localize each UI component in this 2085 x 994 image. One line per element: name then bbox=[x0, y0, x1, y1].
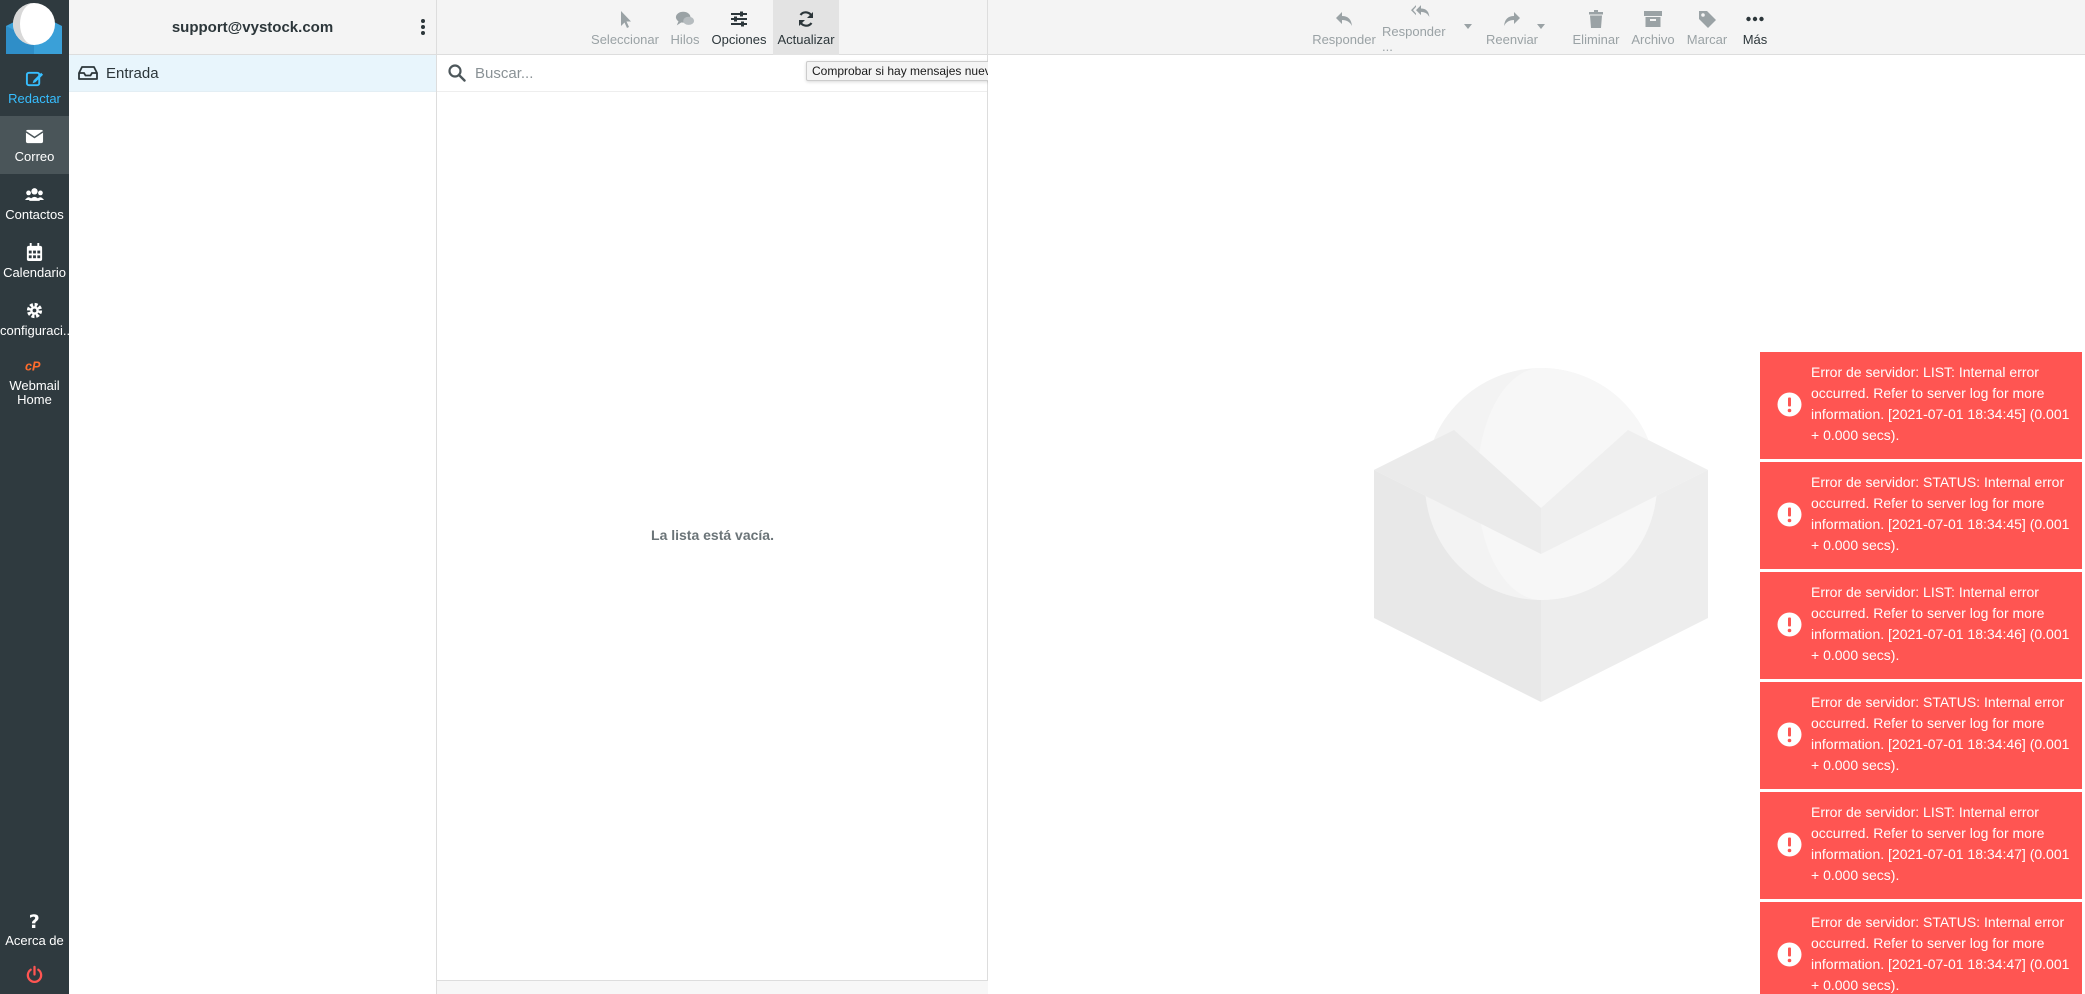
exclamation-circle-icon bbox=[1777, 942, 1802, 967]
reply-all-button[interactable]: Responder ... bbox=[1382, 0, 1460, 55]
folder-header: support@vystock.com bbox=[69, 0, 436, 55]
list-toolbar: Seleccionar Hilos Opciones Actualizar bbox=[437, 0, 987, 55]
forward-dropdown-caret[interactable] bbox=[1537, 24, 1545, 29]
logout-button[interactable] bbox=[0, 958, 69, 994]
nav-contacts[interactable]: Contactos bbox=[0, 174, 69, 232]
list-footer bbox=[437, 980, 988, 994]
archive-button[interactable]: Archivo bbox=[1627, 0, 1679, 55]
options-button[interactable]: Opciones bbox=[709, 0, 769, 55]
ellipsis-icon bbox=[1746, 16, 1764, 21]
nav-label: Webmail Home bbox=[9, 378, 60, 407]
reply-all-icon bbox=[1411, 5, 1430, 17]
delete-button[interactable]: Eliminar bbox=[1568, 0, 1624, 55]
error-notification[interactable]: Error de servidor: STATUS: Internal erro… bbox=[1760, 682, 2082, 789]
roundcube-logo[interactable] bbox=[0, 0, 69, 54]
threads-button[interactable]: Hilos bbox=[665, 0, 705, 55]
error-text: Error de servidor: LIST: Internal error … bbox=[1811, 364, 2070, 443]
error-notification[interactable]: Error de servidor: LIST: Internal error … bbox=[1760, 352, 2082, 459]
error-text: Error de servidor: STATUS: Internal erro… bbox=[1811, 914, 2070, 993]
notification-stack: Error de servidor: LIST: Internal error … bbox=[1760, 352, 2082, 994]
search-input[interactable] bbox=[475, 64, 815, 82]
mark-button[interactable]: Marcar bbox=[1682, 0, 1732, 55]
nav-mail[interactable]: Correo bbox=[0, 116, 69, 174]
nav-webmail-home[interactable]: cP Webmail Home bbox=[0, 350, 69, 412]
calendar-icon bbox=[26, 242, 43, 261]
svg-text:?: ? bbox=[29, 911, 40, 930]
pointer-icon bbox=[621, 10, 631, 28]
kebab-menu-icon[interactable] bbox=[418, 17, 428, 37]
error-notification[interactable]: Error de servidor: STATUS: Internal erro… bbox=[1760, 462, 2082, 569]
nav-label: Acerca de bbox=[5, 933, 64, 948]
nav-about[interactable]: ? Acerca de bbox=[0, 904, 69, 954]
exclamation-circle-icon bbox=[1777, 722, 1802, 747]
search-icon[interactable] bbox=[448, 64, 466, 82]
options-label[interactable]: Opciones bbox=[712, 32, 767, 47]
more-label: Más bbox=[1742, 31, 1768, 47]
nav-calendar[interactable]: Calendario bbox=[0, 232, 69, 290]
reply-all-label: Responder ... bbox=[1382, 24, 1446, 54]
archive-label: Archivo bbox=[1631, 31, 1675, 47]
reply-button[interactable]: Responder bbox=[1311, 0, 1377, 55]
compose-icon bbox=[25, 71, 44, 86]
reply-label: Responder bbox=[1312, 31, 1376, 47]
refresh-button[interactable]: Actualizar bbox=[773, 0, 839, 55]
svg-text:cP: cP bbox=[25, 359, 41, 373]
reply-all-dropdown-caret[interactable] bbox=[1464, 24, 1472, 29]
more-button[interactable]: Más bbox=[1735, 0, 1775, 55]
error-text: Error de servidor: STATUS: Internal erro… bbox=[1811, 694, 2070, 773]
folder-label: Entrada bbox=[106, 64, 159, 82]
refresh-label: Actualizar bbox=[777, 31, 835, 47]
folder-item-inbox[interactable]: Entrada bbox=[69, 55, 436, 92]
forward-button[interactable]: Reenviar bbox=[1482, 0, 1542, 55]
trash-icon bbox=[1589, 9, 1603, 28]
inbox-icon bbox=[78, 66, 98, 80]
empty-mailbox-illustration bbox=[1374, 368, 1708, 702]
nav-label: Correo bbox=[14, 149, 55, 164]
power-icon bbox=[26, 965, 43, 983]
nav-label: Calendario bbox=[3, 265, 66, 280]
exclamation-circle-icon bbox=[1777, 392, 1802, 417]
message-list-panel: Seleccionar Hilos Opciones Actualizar Bu… bbox=[437, 0, 988, 994]
envelope-icon bbox=[25, 129, 44, 143]
error-notification[interactable]: Error de servidor: LIST: Internal error … bbox=[1760, 792, 2082, 899]
comments-icon bbox=[675, 11, 695, 25]
nav-label: Contactos bbox=[5, 207, 64, 222]
exclamation-circle-icon bbox=[1777, 502, 1802, 527]
threads-label: Hilos bbox=[670, 31, 700, 47]
folder-panel: support@vystock.com Entrada bbox=[69, 0, 437, 994]
nav-label: configuraci... bbox=[0, 323, 69, 338]
exclamation-circle-icon bbox=[1777, 832, 1802, 857]
select-button[interactable]: Seleccionar bbox=[589, 0, 661, 55]
refresh-tooltip: Comprobar si hay mensajes nuevos bbox=[806, 61, 1010, 81]
gear-icon bbox=[26, 302, 43, 318]
cpanel-icon: cP bbox=[25, 359, 41, 373]
forward-label: Reenviar bbox=[1485, 31, 1539, 47]
main-navigation: Redactar Correo Contactos Calendario con… bbox=[0, 0, 69, 994]
question-icon: ? bbox=[29, 911, 40, 930]
refresh-icon bbox=[798, 10, 814, 27]
nav-settings[interactable]: configuraci... bbox=[0, 290, 69, 348]
error-text: Error de servidor: LIST: Internal error … bbox=[1811, 584, 2070, 663]
tag-icon bbox=[1699, 10, 1716, 28]
select-label: Seleccionar bbox=[591, 31, 659, 47]
message-toolbar: Responder Responder ... Reenviar Elimina… bbox=[988, 0, 2085, 55]
archive-icon bbox=[1644, 10, 1662, 27]
account-email: support@vystock.com bbox=[171, 18, 334, 36]
error-notification[interactable]: Error de servidor: LIST: Internal error … bbox=[1760, 572, 2082, 679]
delete-label: Eliminar bbox=[1572, 31, 1620, 47]
users-icon bbox=[25, 187, 44, 201]
reply-icon bbox=[1336, 11, 1352, 26]
nav-compose[interactable]: Redactar bbox=[0, 58, 69, 116]
empty-list-message: La lista está vacía. bbox=[651, 527, 774, 543]
exclamation-circle-icon bbox=[1777, 612, 1802, 637]
error-text: Error de servidor: STATUS: Internal erro… bbox=[1811, 474, 2070, 553]
mark-label: Marcar bbox=[1686, 31, 1728, 47]
error-notification[interactable]: Error de servidor: STATUS: Internal erro… bbox=[1760, 902, 2082, 994]
sliders-icon bbox=[731, 11, 747, 26]
nav-label: Redactar bbox=[8, 91, 61, 106]
error-text: Error de servidor: LIST: Internal error … bbox=[1811, 804, 2070, 883]
forward-icon bbox=[1504, 11, 1520, 26]
